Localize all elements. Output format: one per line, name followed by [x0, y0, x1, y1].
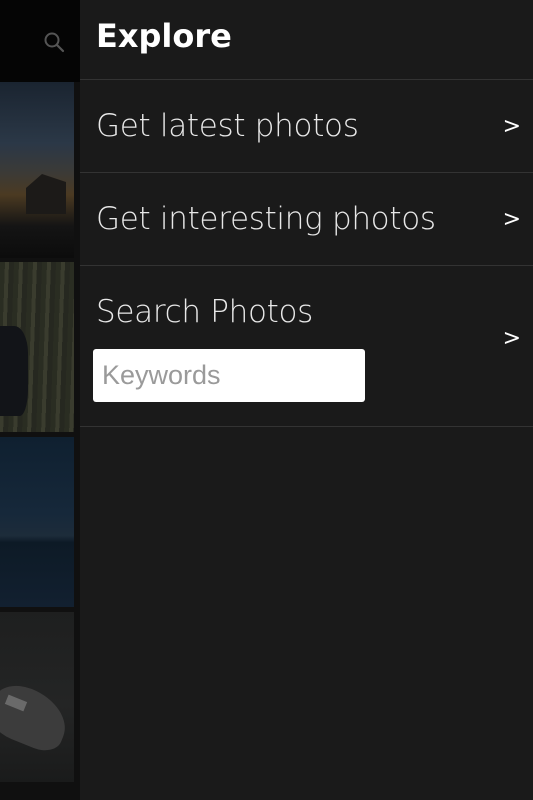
menu-item-latest-photos[interactable]: Get latest photos >	[80, 80, 533, 173]
menu-item-interesting-photos[interactable]: Get interesting photos >	[80, 173, 533, 266]
boat-photo-thumbnail[interactable]	[0, 612, 74, 782]
drawer-header: Explore	[80, 0, 533, 80]
menu-item-label: Get latest photos	[96, 108, 359, 144]
menu-item-label: Get interesting photos	[96, 201, 436, 237]
person-silhouette	[0, 326, 28, 416]
keywords-input[interactable]	[93, 349, 365, 402]
chevron-right-icon: >	[502, 114, 521, 139]
sea-photo-thumbnail[interactable]	[0, 437, 74, 607]
barn-silhouette	[26, 174, 66, 214]
photo-grid-background	[0, 0, 80, 800]
search-icon[interactable]	[42, 30, 66, 54]
sunset-photo-thumbnail[interactable]	[0, 82, 74, 258]
boat-hull	[0, 677, 74, 757]
drawer-title: Explore	[96, 16, 232, 55]
menu-item-search-photos[interactable]: Search Photos >	[80, 266, 533, 427]
background-top-bar	[0, 0, 80, 82]
chevron-right-icon[interactable]: >	[503, 326, 521, 351]
forest-portrait-photo-thumbnail[interactable]	[0, 262, 74, 432]
chevron-right-icon: >	[502, 207, 521, 232]
explore-drawer: Explore Get latest photos > Get interest…	[80, 0, 533, 800]
search-photos-label: Search Photos	[96, 294, 314, 330]
